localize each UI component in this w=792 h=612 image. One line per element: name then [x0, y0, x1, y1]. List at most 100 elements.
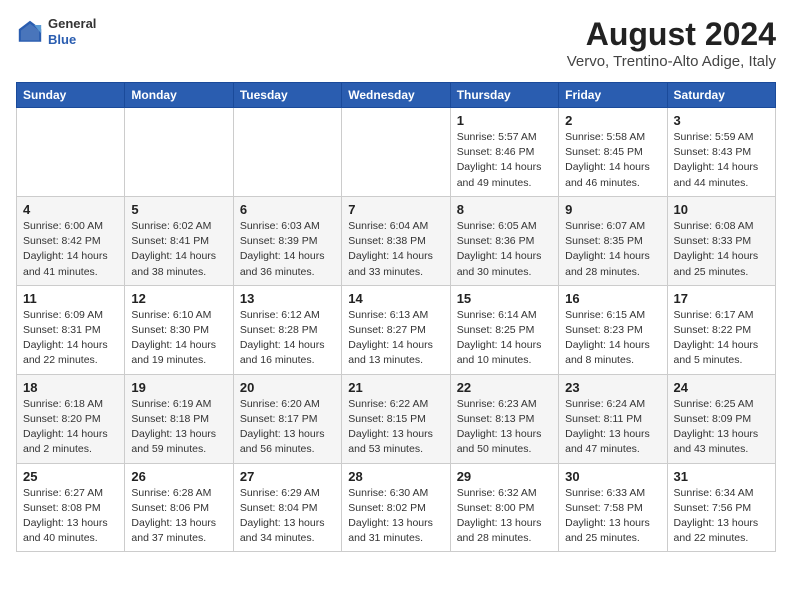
calendar-cell: 9 Sunrise: 6:07 AMSunset: 8:35 PMDaylight… — [559, 196, 667, 285]
day-number: 5 — [131, 202, 226, 217]
day-number: 6 — [240, 202, 335, 217]
day-number: 27 — [240, 469, 335, 484]
weekday-header-friday: Friday — [559, 83, 667, 108]
day-info: Sunrise: 6:30 AMSunset: 8:02 PMDaylight:… — [348, 486, 443, 547]
day-number: 1 — [457, 113, 552, 128]
calendar-cell: 16Sunrise: 6:15 AMSunset: 8:23 PMDayligh… — [559, 285, 667, 374]
day-number: 17 — [674, 291, 769, 306]
day-number: 15 — [457, 291, 552, 306]
calendar-cell — [125, 108, 233, 197]
day-number: 20 — [240, 380, 335, 395]
day-number: 26 — [131, 469, 226, 484]
day-number: 23 — [565, 380, 660, 395]
day-number: 18 — [23, 380, 118, 395]
calendar-cell: 25Sunrise: 6:27 AMSunset: 8:08 PMDayligh… — [17, 463, 125, 552]
calendar-cell: 2 Sunrise: 5:58 AMSunset: 8:45 PMDaylight… — [559, 108, 667, 197]
day-info: Sunrise: 6:27 AMSunset: 8:08 PMDaylight:… — [23, 486, 118, 547]
logo-general: General — [48, 16, 96, 32]
page-header: General Blue August 2024 Vervo, Trentino… — [16, 16, 776, 70]
title-block: August 2024 Vervo, Trentino-Alto Adige, … — [567, 16, 776, 70]
calendar-cell: 18 Sunrise: 6:18 AMSunset: 8:20 PMDayligh… — [17, 374, 125, 463]
calendar-cell: 22 Sunrise: 6:23 AMSunset: 8:13 PMDayligh… — [450, 374, 558, 463]
calendar-cell: 31 Sunrise: 6:34 AMSunset: 7:56 PMDayligh… — [667, 463, 775, 552]
calendar-cell — [233, 108, 341, 197]
day-number: 19 — [131, 380, 226, 395]
calendar-cell: 5Sunrise: 6:02 AMSunset: 8:41 PMDaylight… — [125, 196, 233, 285]
day-number: 24 — [674, 380, 769, 395]
day-number: 10 — [674, 202, 769, 217]
day-info: Sunrise: 6:22 AMSunset: 8:15 PMDaylight:… — [348, 397, 443, 458]
calendar-cell: 7 Sunrise: 6:04 AMSunset: 8:38 PMDaylight… — [342, 196, 450, 285]
calendar-cell: 10Sunrise: 6:08 AMSunset: 8:33 PMDayligh… — [667, 196, 775, 285]
calendar-cell: 4Sunrise: 6:00 AMSunset: 8:42 PMDaylight… — [17, 196, 125, 285]
day-number: 30 — [565, 469, 660, 484]
calendar-cell: 12 Sunrise: 6:10 AMSunset: 8:30 PMDayligh… — [125, 285, 233, 374]
day-number: 12 — [131, 291, 226, 306]
day-number: 9 — [565, 202, 660, 217]
day-info: Sunrise: 6:15 AMSunset: 8:23 PMDaylight:… — [565, 308, 660, 369]
week-row-1: 4Sunrise: 6:00 AMSunset: 8:42 PMDaylight… — [17, 196, 776, 285]
day-number: 7 — [348, 202, 443, 217]
day-info: Sunrise: 6:07 AMSunset: 8:35 PMDaylight:… — [565, 219, 660, 280]
day-info: Sunrise: 5:59 AMSunset: 8:43 PMDaylight:… — [674, 130, 769, 191]
weekday-header-tuesday: Tuesday — [233, 83, 341, 108]
page-subtitle: Vervo, Trentino-Alto Adige, Italy — [567, 53, 776, 70]
logo: General Blue — [16, 16, 96, 47]
day-info: Sunrise: 6:00 AMSunset: 8:42 PMDaylight:… — [23, 219, 118, 280]
day-info: Sunrise: 6:32 AMSunset: 8:00 PMDaylight:… — [457, 486, 552, 547]
week-row-3: 18 Sunrise: 6:18 AMSunset: 8:20 PMDayligh… — [17, 374, 776, 463]
calendar-cell — [342, 108, 450, 197]
day-number: 14 — [348, 291, 443, 306]
weekday-header-saturday: Saturday — [667, 83, 775, 108]
day-info: Sunrise: 6:13 AMSunset: 8:27 PMDaylight:… — [348, 308, 443, 369]
logo-text: General Blue — [48, 16, 96, 47]
day-info: Sunrise: 6:17 AMSunset: 8:22 PMDaylight:… — [674, 308, 769, 369]
weekday-header-monday: Monday — [125, 83, 233, 108]
day-info: Sunrise: 6:29 AMSunset: 8:04 PMDaylight:… — [240, 486, 335, 547]
calendar-table: SundayMondayTuesdayWednesdayThursdayFrid… — [16, 82, 776, 552]
day-number: 28 — [348, 469, 443, 484]
calendar-cell: 27 Sunrise: 6:29 AMSunset: 8:04 PMDayligh… — [233, 463, 341, 552]
day-number: 21 — [348, 380, 443, 395]
day-number: 2 — [565, 113, 660, 128]
day-number: 22 — [457, 380, 552, 395]
calendar-cell — [17, 108, 125, 197]
day-info: Sunrise: 6:20 AMSunset: 8:17 PMDaylight:… — [240, 397, 335, 458]
day-info: Sunrise: 6:24 AMSunset: 8:11 PMDaylight:… — [565, 397, 660, 458]
calendar-cell: 21 Sunrise: 6:22 AMSunset: 8:15 PMDayligh… — [342, 374, 450, 463]
day-info: Sunrise: 5:57 AMSunset: 8:46 PMDaylight:… — [457, 130, 552, 191]
day-number: 3 — [674, 113, 769, 128]
day-info: Sunrise: 6:12 AMSunset: 8:28 PMDaylight:… — [240, 308, 335, 369]
day-info: Sunrise: 6:23 AMSunset: 8:13 PMDaylight:… — [457, 397, 552, 458]
week-row-2: 11Sunrise: 6:09 AMSunset: 8:31 PMDayligh… — [17, 285, 776, 374]
calendar-cell: 15 Sunrise: 6:14 AMSunset: 8:25 PMDayligh… — [450, 285, 558, 374]
calendar-cell: 6 Sunrise: 6:03 AMSunset: 8:39 PMDaylight… — [233, 196, 341, 285]
day-number: 8 — [457, 202, 552, 217]
calendar-cell: 26 Sunrise: 6:28 AMSunset: 8:06 PMDayligh… — [125, 463, 233, 552]
day-info: Sunrise: 6:18 AMSunset: 8:20 PMDaylight:… — [23, 397, 118, 458]
weekday-header-sunday: Sunday — [17, 83, 125, 108]
calendar-cell: 14 Sunrise: 6:13 AMSunset: 8:27 PMDayligh… — [342, 285, 450, 374]
week-row-0: 1 Sunrise: 5:57 AMSunset: 8:46 PMDaylight… — [17, 108, 776, 197]
day-number: 31 — [674, 469, 769, 484]
day-info: Sunrise: 6:33 AMSunset: 7:58 PMDaylight:… — [565, 486, 660, 547]
day-info: Sunrise: 6:04 AMSunset: 8:38 PMDaylight:… — [348, 219, 443, 280]
day-info: Sunrise: 6:14 AMSunset: 8:25 PMDaylight:… — [457, 308, 552, 369]
calendar-cell: 19Sunrise: 6:19 AMSunset: 8:18 PMDayligh… — [125, 374, 233, 463]
day-number: 13 — [240, 291, 335, 306]
day-info: Sunrise: 5:58 AMSunset: 8:45 PMDaylight:… — [565, 130, 660, 191]
calendar-cell: 17 Sunrise: 6:17 AMSunset: 8:22 PMDayligh… — [667, 285, 775, 374]
calendar-cell: 3 Sunrise: 5:59 AMSunset: 8:43 PMDaylight… — [667, 108, 775, 197]
calendar-cell: 30 Sunrise: 6:33 AMSunset: 7:58 PMDayligh… — [559, 463, 667, 552]
day-info: Sunrise: 6:25 AMSunset: 8:09 PMDaylight:… — [674, 397, 769, 458]
day-number: 29 — [457, 469, 552, 484]
week-row-4: 25Sunrise: 6:27 AMSunset: 8:08 PMDayligh… — [17, 463, 776, 552]
day-info: Sunrise: 6:03 AMSunset: 8:39 PMDaylight:… — [240, 219, 335, 280]
weekday-row: SundayMondayTuesdayWednesdayThursdayFrid… — [17, 83, 776, 108]
day-info: Sunrise: 6:34 AMSunset: 7:56 PMDaylight:… — [674, 486, 769, 547]
day-info: Sunrise: 6:10 AMSunset: 8:30 PMDaylight:… — [131, 308, 226, 369]
day-info: Sunrise: 6:28 AMSunset: 8:06 PMDaylight:… — [131, 486, 226, 547]
day-number: 11 — [23, 291, 118, 306]
calendar-cell: 23 Sunrise: 6:24 AMSunset: 8:11 PMDayligh… — [559, 374, 667, 463]
calendar-body: 1 Sunrise: 5:57 AMSunset: 8:46 PMDaylight… — [17, 108, 776, 552]
